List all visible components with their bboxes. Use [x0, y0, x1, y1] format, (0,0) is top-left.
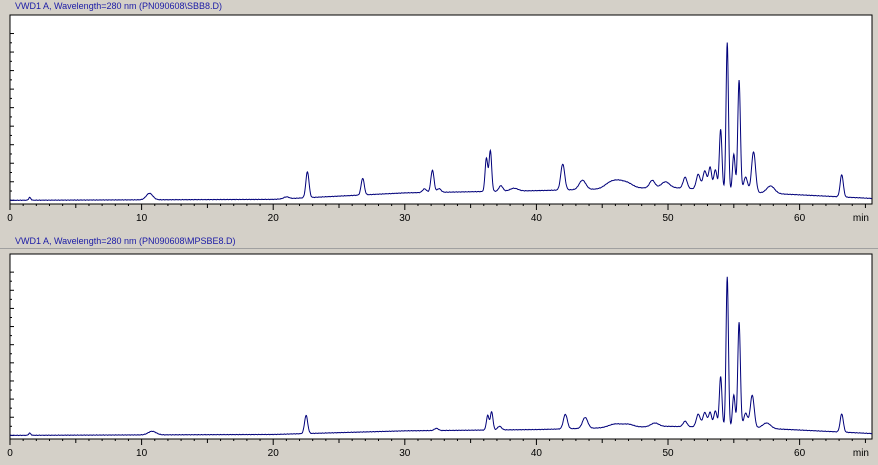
chromatogram-1: 0 10 20 30 40 50 60 min: [0, 13, 878, 235]
x-tick-label-2: 40: [531, 448, 543, 459]
chromatogram-2: 0 10 20 30 40 50 60 min: [0, 252, 878, 465]
x-axis-unit-1: min: [853, 213, 869, 224]
plot-area-2: [9, 253, 873, 440]
x-tick-label-1: 0: [7, 213, 13, 224]
chart-title-2: VWD1 A, Wavelength=280 nm (PN090608\MPSB…: [0, 235, 878, 249]
x-tick-label-2: 50: [662, 448, 674, 459]
x-tick-label-2: 60: [794, 448, 806, 459]
x-tick-label-1: 40: [531, 213, 543, 224]
x-tick-label-1: 50: [662, 213, 674, 224]
x-tick-label-1: 60: [794, 213, 806, 224]
x-tick-label-2: 10: [136, 448, 148, 459]
x-tick-label-2: 20: [268, 448, 280, 459]
x-tick-label-2: 30: [399, 448, 411, 459]
x-tick-label-1: 10: [136, 213, 148, 224]
x-axis-unit-2: min: [853, 448, 869, 459]
x-tick-label-1: 30: [399, 213, 411, 224]
x-tick-label-1: 20: [268, 213, 280, 224]
x-tick-label-2: 0: [7, 448, 13, 459]
plot-area-1: [9, 14, 873, 205]
chart-title-1: VWD1 A, Wavelength=280 nm (PN090608\SBB8…: [0, 0, 878, 14]
